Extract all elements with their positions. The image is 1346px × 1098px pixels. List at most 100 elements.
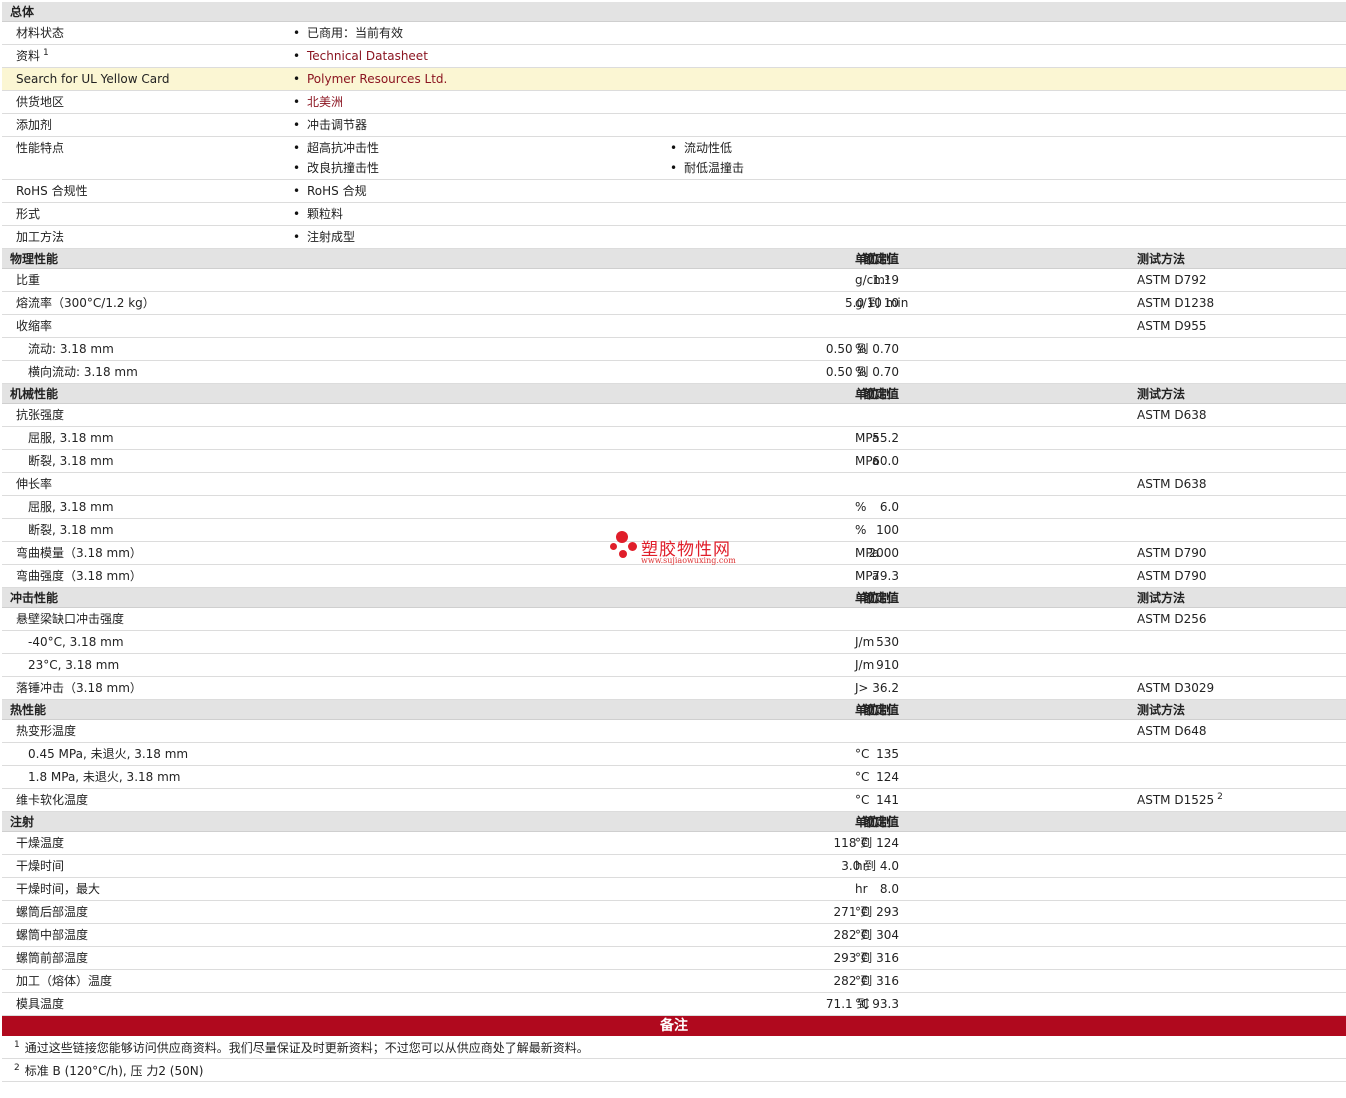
section-header: 注射 额定值 单位制 <box>2 812 1346 832</box>
property-label: 悬壁梁缺口冲击强度 <box>16 612 125 626</box>
property-label: 弯曲强度（3.18 mm） <box>16 569 142 583</box>
property-label: 螺筒前部温度 <box>16 951 89 965</box>
test-method: ASTM D1238 <box>1137 296 1215 310</box>
property-unit: °C <box>855 793 870 807</box>
footnote-ref: 2 <box>1217 792 1223 802</box>
property-label: 流动: 3.18 mm <box>28 342 114 356</box>
test-method: ASTM D792 <box>1137 273 1207 287</box>
property-unit: J/m <box>855 658 875 672</box>
test-method: ASTM D256 <box>1137 612 1207 626</box>
property-row: 悬壁梁缺口冲击强度 ASTM D256 <box>2 608 1346 631</box>
note-number: 2 <box>14 1063 20 1073</box>
general-table: 材料状态已商用：当前有效资料1Technical DatasheetSearch… <box>2 22 1346 249</box>
note-text: 通过这些链接您能够访问供应商资料。我们尽量保证及时更新资料；不过您可以从供应商处… <box>24 1041 589 1055</box>
row-label: 添加剂 <box>16 118 53 132</box>
test-method: ASTM D1525 2 <box>1137 792 1223 807</box>
test-method: ASTM D790 <box>1137 546 1207 560</box>
test-method: ASTM D638 <box>1137 408 1207 422</box>
bullet-item[interactable]: Technical Datasheet <box>293 46 428 66</box>
property-row: 0.45 MPa, 未退火, 3.18 mm 135 °C <box>2 743 1346 766</box>
section-header: 机械性能 额定值 单位制 测试方法 <box>2 384 1346 404</box>
notes-list: 1 通过这些链接您能够访问供应商资料。我们尽量保证及时更新资料；不过您可以从供应商… <box>2 1036 1346 1082</box>
note-number: 1 <box>14 1040 20 1050</box>
section-header: 物理性能 额定值 单位制 测试方法 <box>2 249 1346 269</box>
property-row: 断裂, 3.18 mm 60.0 MPa <box>2 450 1346 473</box>
section-header: 冲击性能 额定值 单位制 测试方法 <box>2 588 1346 608</box>
property-unit: MPa <box>855 569 880 583</box>
row-label: 供货地区 <box>16 95 65 109</box>
property-row: 热变形温度 ASTM D648 <box>2 720 1346 743</box>
test-method: ASTM D638 <box>1137 477 1207 491</box>
property-value: 141 <box>876 793 899 807</box>
section-title: 物理性能 <box>10 252 59 266</box>
row-label[interactable]: Search for UL Yellow Card <box>16 69 169 89</box>
property-label: 屈服, 3.18 mm <box>28 500 114 514</box>
unit-column-header: 单位制 <box>855 591 892 605</box>
section-title: 机械性能 <box>10 387 59 401</box>
bullet-item[interactable]: 北美洲 <box>293 92 343 112</box>
test-method-column-header: 测试方法 <box>1137 387 1186 401</box>
property-label: 弯曲模量（3.18 mm） <box>16 546 142 560</box>
property-unit: °C <box>855 905 870 919</box>
unit-column-header: 单位制 <box>855 815 892 829</box>
row-label: RoHS 合规性 <box>16 184 88 198</box>
watermark-logo: 塑胶物性网 www.sujiaowuxing.com <box>608 530 748 570</box>
property-value: 910 <box>876 658 899 672</box>
property-unit: MPa <box>855 454 880 468</box>
property-label: 抗张强度 <box>16 408 65 422</box>
general-row: RoHS 合规性 RoHS 合规 <box>2 180 1346 203</box>
property-label: 伸长率 <box>16 477 53 491</box>
test-method: ASTM D648 <box>1137 724 1207 738</box>
general-row: 添加剂 冲击调节器 <box>2 114 1346 137</box>
section-title: 冲击性能 <box>10 591 59 605</box>
property-unit: °C <box>855 928 870 942</box>
notes-header: 备注 <box>2 1016 1346 1036</box>
test-method: ASTM D3029 <box>1137 681 1215 695</box>
property-row: 收缩率 ASTM D955 <box>2 315 1346 338</box>
unit-column-header: 单位制 <box>855 703 892 717</box>
section-title: 总体 <box>10 5 35 19</box>
bullet-item: 耐低温撞击 <box>670 158 744 178</box>
property-row: 干燥温度 118 到 124 °C <box>2 832 1346 855</box>
note-text-wrap: 1 通过这些链接您能够访问供应商资料。我们尽量保证及时更新资料；不过您可以从供应商… <box>14 1036 589 1060</box>
general-row: 资料1 Technical Datasheet <box>2 45 1346 68</box>
property-unit: hr <box>855 859 868 873</box>
property-unit: hr <box>855 882 868 896</box>
property-unit: MPa <box>855 546 880 560</box>
test-method: ASTM D955 <box>1137 319 1207 333</box>
property-label: 维卡软化温度 <box>16 793 89 807</box>
property-label: 横向流动: 3.18 mm <box>28 365 138 379</box>
property-row: 流动: 3.18 mm 0.50 到 0.70% <box>2 338 1346 361</box>
property-label: -40°C, 3.18 mm <box>28 635 124 649</box>
property-label: 断裂, 3.18 mm <box>28 523 114 537</box>
watermark-url: www.sujiaowuxing.com <box>641 556 736 565</box>
property-label: 比重 <box>16 273 41 287</box>
property-label: 螺筒后部温度 <box>16 905 89 919</box>
unit-column-header: 单位制 <box>855 387 892 401</box>
bullet-item: 流动性低 <box>670 138 732 158</box>
property-row: 落锤冲击（3.18 mm） > 36.2 J ASTM D3029 <box>2 677 1346 700</box>
property-value: 8.0 <box>879 882 899 896</box>
property-label: 收缩率 <box>16 319 53 333</box>
row-label: 性能特点 <box>16 141 65 155</box>
note-text-wrap: 2 标准 B (120°C/h), 压 力2 (50N) <box>14 1059 203 1083</box>
property-label: 干燥温度 <box>16 836 65 850</box>
property-row: 1.8 MPa, 未退火, 3.18 mm 124 °C <box>2 766 1346 789</box>
property-label: 落锤冲击（3.18 mm） <box>16 681 142 695</box>
general-row: 供货地区 北美洲 <box>2 91 1346 114</box>
property-unit: J <box>855 681 859 695</box>
property-unit: % <box>855 365 867 379</box>
note-text: 标准 B (120°C/h), 压 力2 (50N) <box>24 1064 204 1078</box>
property-row: 屈服, 3.18 mm 6.0% <box>2 496 1346 519</box>
property-value: 530 <box>876 635 899 649</box>
property-row: 横向流动: 3.18 mm 0.50 到 0.70% <box>2 361 1346 384</box>
property-row: 伸长率 ASTM D638 <box>2 473 1346 496</box>
property-label: 螺筒中部温度 <box>16 928 89 942</box>
bullet-item: RoHS 合规 <box>293 181 367 201</box>
bullet-item[interactable]: Polymer Resources Ltd. <box>293 69 447 89</box>
section-header: 热性能 额定值 单位制 测试方法 <box>2 700 1346 720</box>
section-header-general: 总体 <box>2 2 1346 22</box>
property-unit: J/m <box>855 635 875 649</box>
property-label: 屈服, 3.18 mm <box>28 431 114 445</box>
property-unit: g/10 min <box>855 296 909 310</box>
